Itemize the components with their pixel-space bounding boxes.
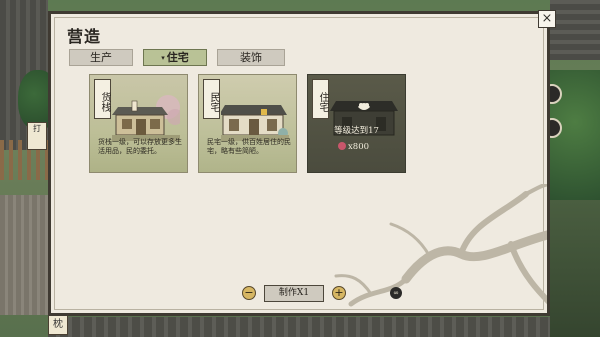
building-label: 货栈 — [94, 79, 111, 119]
plus-icon: + — [334, 286, 344, 299]
close-button[interactable]: × — [538, 10, 556, 28]
building-description: 民宅一级，供百姓居住的民宅，略有些简陋。 — [207, 138, 291, 155]
chevron-down-icon: ▾ — [161, 53, 165, 62]
building-label: 民宅 — [203, 79, 220, 119]
wall-right — [550, 200, 600, 337]
roof-right — [550, 0, 600, 60]
minus-icon: − — [244, 286, 254, 299]
close-icon: × — [541, 11, 553, 26]
world-sign-bottom: 枕 — [48, 315, 68, 335]
info-icon[interactable]: ∞ — [390, 287, 402, 299]
shed — [0, 195, 48, 315]
minus-button[interactable]: − — [242, 286, 256, 300]
warehouse-icon — [112, 95, 180, 141]
plus-button[interactable]: + — [332, 286, 346, 300]
ink-branch-decoration — [334, 184, 547, 307]
build-panel: 营造 生产 ▾ 住宅 装饰 货栈 货栈一级，可以存放更多生活用品，民的委托。 民… — [48, 11, 550, 316]
roof-bottom — [48, 317, 550, 337]
category-tabs: 生产 ▾ 住宅 装饰 — [69, 49, 285, 66]
panel-title: 营造 — [67, 27, 102, 46]
make-button[interactable]: 制作X1 — [264, 284, 324, 302]
quantity-controls: − 制作X1 + — [242, 284, 346, 302]
building-card-warehouse[interactable]: 货栈 货栈一级，可以存放更多生活用品，民的委托。 — [89, 74, 188, 173]
residence-icon — [221, 105, 289, 141]
unlock-requirement: 等级达到17 — [334, 126, 379, 136]
world-sign: 打 — [27, 122, 47, 150]
build-cost: x800 — [338, 142, 369, 152]
tab-housing[interactable]: ▾ 住宅 — [143, 49, 207, 66]
tab-production[interactable]: 生产 — [69, 49, 133, 66]
building-list: 货栈 货栈一级，可以存放更多生活用品，民的委托。 民宅 民宅一级，供百姓居住的民… — [89, 74, 406, 173]
tab-decoration[interactable]: 装饰 — [217, 49, 285, 66]
building-label: 住宅 — [312, 79, 329, 119]
building-description: 货栈一级，可以存放更多生活用品，民的委托。 — [98, 138, 182, 155]
coin-icon — [338, 142, 346, 150]
building-card-house-locked[interactable]: 住宅 等级达到17 x800 — [307, 74, 406, 173]
building-card-residence[interactable]: 民宅 民宅一级，供百姓居住的民宅，略有些简陋。 — [198, 74, 297, 173]
